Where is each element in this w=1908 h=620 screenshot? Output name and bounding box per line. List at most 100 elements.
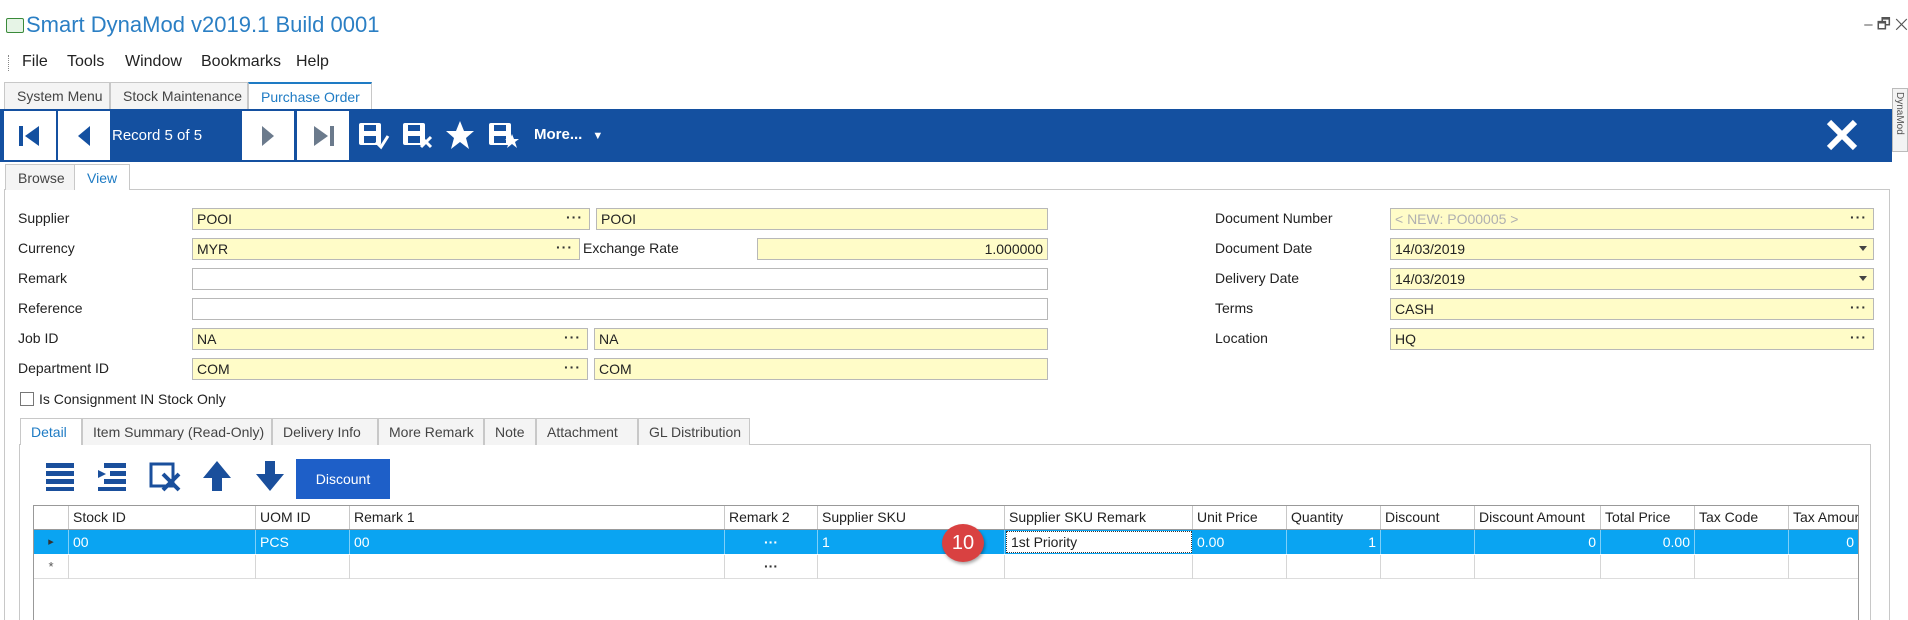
new-cell-quantity[interactable] [1287,555,1381,579]
move-up-icon[interactable] [199,458,235,494]
column-header-stock-id[interactable]: Stock ID [69,506,256,529]
next-record-button[interactable] [242,111,294,160]
tab-detail[interactable]: Detail [20,418,82,445]
dropdown-arrow-icon[interactable] [1859,246,1867,251]
column-header-unit-price[interactable]: Unit Price [1193,506,1287,529]
cell-tax-amount[interactable]: 0 [1789,530,1858,554]
column-header-remark-2[interactable]: Remark 2 [725,506,818,529]
window-controls[interactable]: – 🗗 ✕ [1864,14,1908,39]
document-date-field[interactable]: 14/03/2019 [1390,238,1874,260]
cell-discount-amount[interactable]: 0 [1475,530,1601,554]
column-header-quantity[interactable]: Quantity [1287,506,1381,529]
column-header-supplier-sku-remark[interactable]: Supplier SKU Remark [1005,506,1193,529]
new-cell-discount[interactable] [1381,555,1475,579]
menu-help[interactable]: Help [296,53,329,71]
cancel-save-icon[interactable] [400,118,434,152]
new-cell-tax-code[interactable] [1695,555,1789,579]
job-id-code-field[interactable]: NA ··· [192,328,588,350]
new-cell-uom-id[interactable] [256,555,350,579]
close-icon[interactable] [1822,115,1862,155]
discount-button[interactable]: Discount [296,459,390,499]
cell-discount[interactable] [1381,530,1475,554]
new-cell-total-price[interactable] [1601,555,1695,579]
delivery-date-field[interactable]: 14/03/2019 [1390,268,1874,290]
lookup-ellipsis-icon[interactable]: ··· [1850,209,1867,227]
supplier-code-field[interactable]: POOI ··· [192,208,590,230]
consignment-checkbox[interactable] [20,392,34,406]
new-cell-unit-price[interactable] [1193,555,1287,579]
department-id-code-field[interactable]: COM ··· [192,358,588,380]
append-row-icon[interactable] [42,458,78,494]
document-number-field[interactable]: < NEW: PO00005 > ··· [1390,208,1874,230]
cell-tax-code[interactable] [1695,530,1789,554]
new-cell-stock-id[interactable] [69,555,256,579]
new-cell-remark-1[interactable] [350,555,725,579]
new-cell-discount-amount[interactable] [1475,555,1601,579]
location-field[interactable]: HQ ··· [1390,328,1874,350]
exchange-rate-value: 1.000000 [984,241,1043,257]
column-header-discount-amount[interactable]: Discount Amount [1475,506,1601,529]
column-header-tax-code[interactable]: Tax Code [1695,506,1789,529]
tab-browse[interactable]: Browse [5,164,75,190]
cell-remark-1[interactable]: 00 [350,530,725,554]
first-record-button[interactable] [4,111,56,160]
menu-file[interactable]: File [22,53,48,71]
cell-remark-2[interactable]: ··· [725,530,818,554]
column-header-remark-1[interactable]: Remark 1 [350,506,725,529]
lookup-ellipsis-icon[interactable]: ··· [556,239,573,257]
department-id-name-value: COM [599,361,632,377]
job-id-name-field[interactable]: NA [594,328,1048,350]
document-date-label: Document Date [1215,240,1313,256]
new-cell-supplier-sku-remark[interactable] [1005,555,1193,579]
lookup-ellipsis-icon[interactable]: ··· [564,329,581,347]
more-button[interactable]: More... ▼ [534,126,603,143]
menu-bookmarks[interactable]: Bookmarks [201,53,281,71]
menu-tools[interactable]: Tools [67,53,104,71]
tab-item-summary[interactable]: Item Summary (Read-Only) [82,418,272,445]
currency-field[interactable]: MYR ··· [192,238,580,260]
column-header-total-price[interactable]: Total Price [1601,506,1695,529]
column-header-supplier-sku[interactable]: Supplier SKU [818,506,1005,529]
save-icon[interactable] [356,118,390,152]
supplier-name-field[interactable]: POOI [596,208,1048,230]
exchange-rate-field[interactable]: 1.000000 [757,238,1048,260]
lookup-ellipsis-icon[interactable]: ··· [564,359,581,377]
previous-record-button[interactable] [58,111,110,160]
dropdown-arrow-icon[interactable] [1859,276,1867,281]
cell-supplier-sku-remark[interactable]: 1st Priority [1006,531,1192,553]
menu-window[interactable]: Window [125,53,182,71]
cell-unit-price[interactable]: 0.00 [1193,530,1287,554]
cell-stock-id[interactable]: 00 [69,530,256,554]
lookup-ellipsis-icon[interactable]: ··· [1850,329,1867,347]
tab-attachment[interactable]: Attachment [536,418,638,445]
lookup-ellipsis-icon[interactable]: ··· [1850,299,1867,317]
row-indicator-icon: ▸ [34,530,69,554]
tab-view[interactable]: View [74,164,130,190]
remark-field[interactable] [192,268,1048,290]
column-header-tax-amount[interactable]: Tax Amour [1789,506,1858,529]
insert-row-icon[interactable] [94,458,130,494]
tab-purchase-order[interactable]: Purchase Order [248,82,372,109]
department-id-name-field[interactable]: COM [594,358,1048,380]
move-down-icon[interactable] [252,458,288,494]
column-header-discount[interactable]: Discount [1381,506,1475,529]
tab-more-remark[interactable]: More Remark [378,418,484,445]
cell-uom-id[interactable]: PCS [256,530,350,554]
new-cell-remark-2[interactable]: ··· [725,555,818,579]
lookup-ellipsis-icon[interactable]: ··· [566,209,583,227]
tab-note[interactable]: Note [484,418,536,445]
favorite-star-icon[interactable] [443,118,477,152]
cell-total-price[interactable]: 0.00 [1601,530,1695,554]
delete-row-icon[interactable] [147,458,183,494]
tab-gl-distribution[interactable]: GL Distribution [638,418,750,445]
column-header-uom-id[interactable]: UOM ID [256,506,350,529]
new-cell-supplier-sku[interactable] [818,555,1005,579]
tab-system-menu[interactable]: System Menu [4,82,110,109]
tab-stock-maintenance[interactable]: Stock Maintenance [110,82,248,109]
save-favorite-icon[interactable] [486,118,520,152]
cell-quantity[interactable]: 1 [1287,530,1381,554]
terms-field[interactable]: CASH ··· [1390,298,1874,320]
reference-field[interactable] [192,298,1048,320]
last-record-button[interactable] [297,111,349,160]
tab-delivery-info[interactable]: Delivery Info [272,418,378,445]
